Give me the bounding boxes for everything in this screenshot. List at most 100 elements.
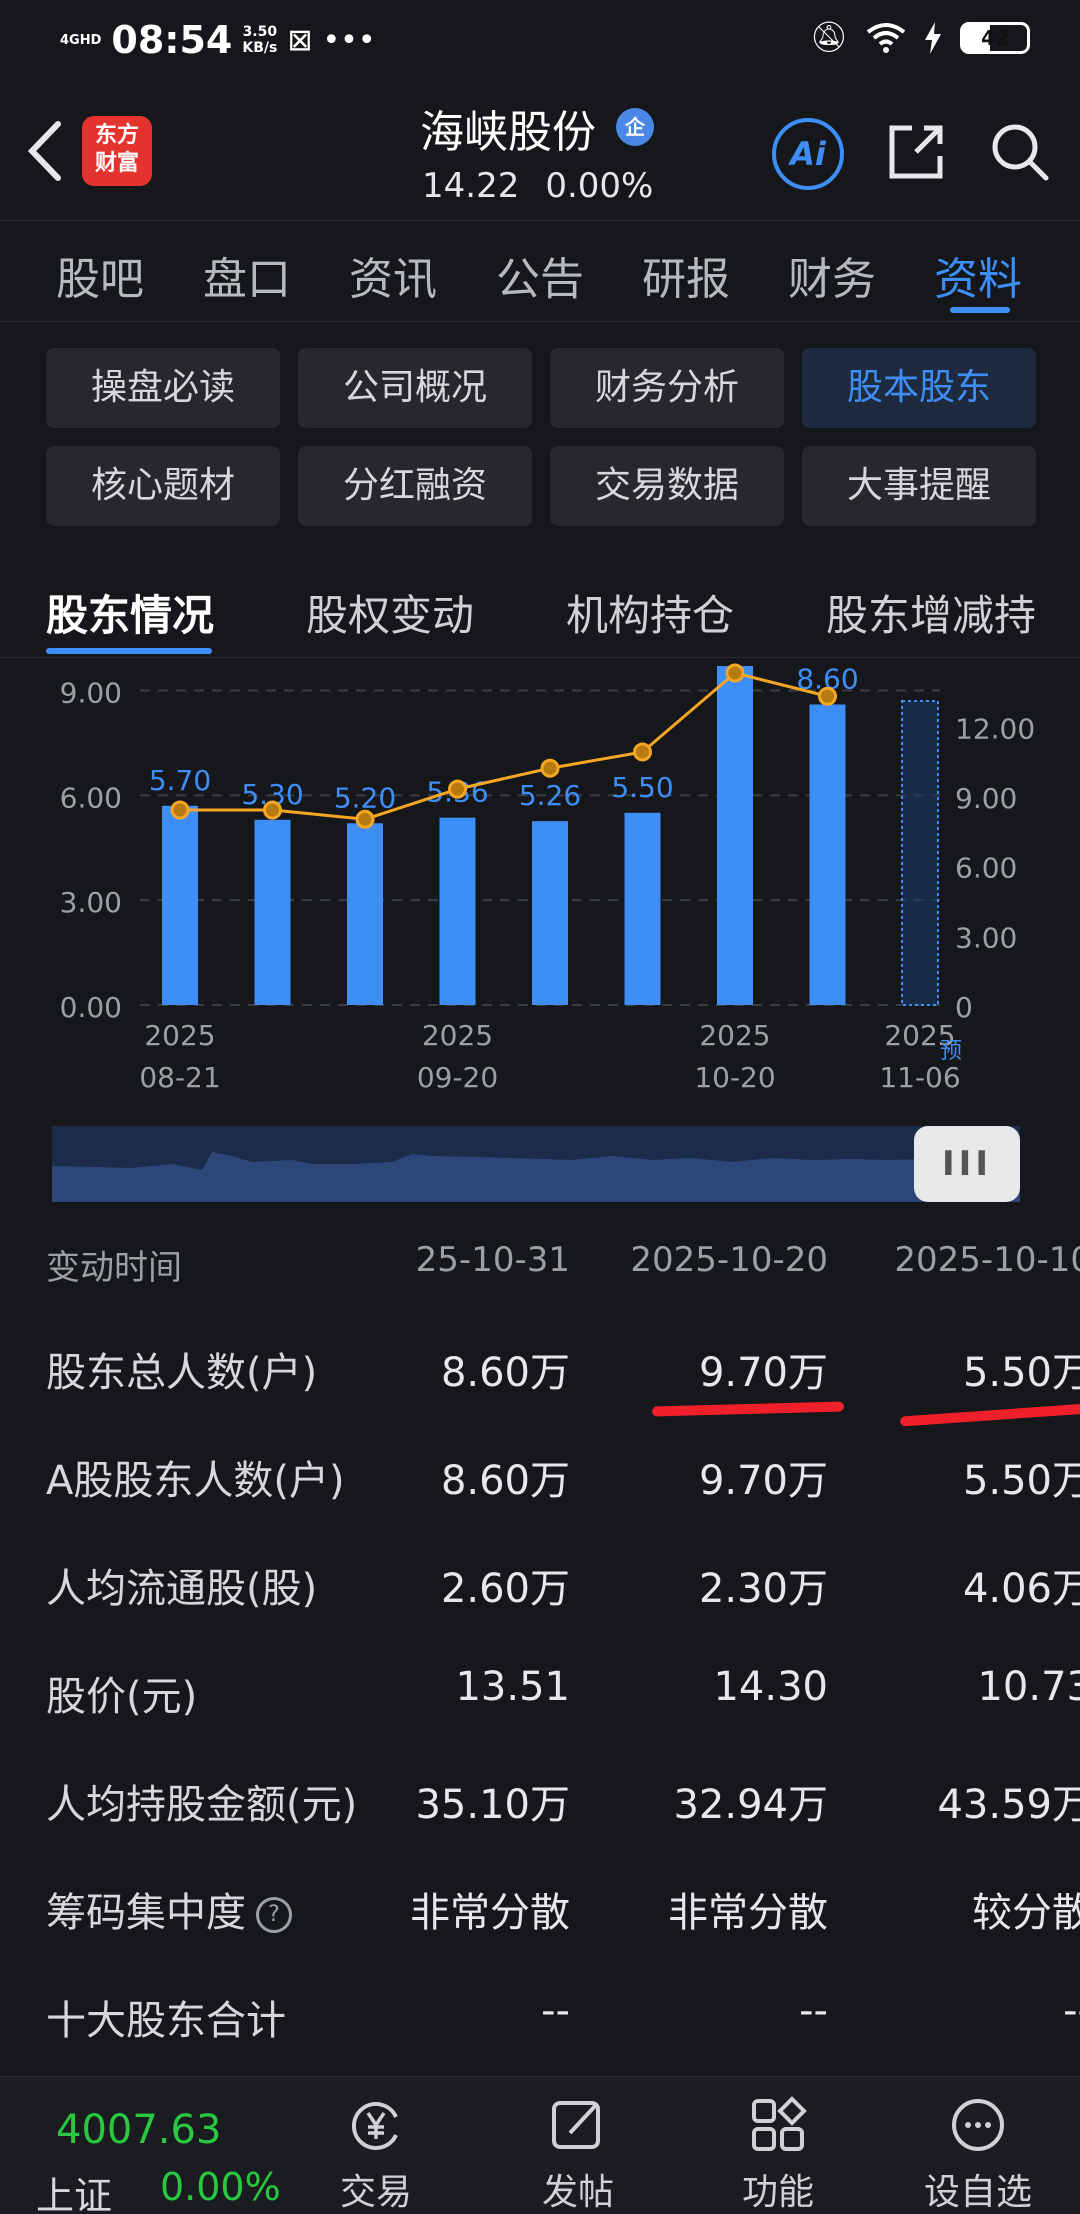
tab-equity-changes[interactable]: 股权变动: [306, 582, 474, 643]
nav-functions[interactable]: 功能: [718, 2095, 838, 2214]
x-tick-date: 11-06: [879, 1061, 960, 1090]
table-cell: 8.60万: [440, 1350, 570, 1396]
screenshot-icon: ⊠: [287, 22, 313, 58]
bar-value-label: 5.70: [149, 764, 211, 797]
table-cell: 14.30: [713, 1664, 828, 1710]
btn-trading-guide[interactable]: 操盘必读: [46, 348, 280, 428]
table-cell: --: [799, 1988, 828, 2034]
x-tick-date: 10-20: [694, 1061, 775, 1090]
nav-post[interactable]: 发帖: [518, 2095, 638, 2214]
btn-trading-data[interactable]: 交易数据: [550, 446, 784, 526]
table-cell: 2.60万: [440, 1566, 570, 1612]
tab-shareholder-changes[interactable]: 股东增减持: [826, 582, 1036, 643]
table-cell: 9.70万: [698, 1458, 828, 1504]
table-row: 股价(元) 13.51 14.30 10.73: [0, 1664, 1080, 1772]
table-cell: --: [541, 1988, 570, 2034]
right-tick-label: 0: [955, 991, 973, 1024]
row-label: 人均流通股(股): [46, 1566, 318, 1612]
forecast-label: 预: [940, 1039, 962, 1064]
ai-button[interactable]: Ai: [772, 118, 844, 190]
btn-shareholders[interactable]: 股本股东: [802, 348, 1036, 428]
line-point: [818, 686, 837, 706]
right-tick-label: 9.00: [955, 782, 1017, 815]
bar: [254, 819, 291, 1005]
yen-cycle-icon: [352, 2102, 398, 2150]
enterprise-badge: 企: [616, 108, 654, 146]
search-icon[interactable]: [988, 120, 1052, 184]
row-label: 筹码集中度?: [46, 1880, 292, 1938]
range-handle[interactable]: III: [914, 1126, 1020, 1202]
tab-pankou[interactable]: 盘口: [203, 243, 291, 307]
tab-finance[interactable]: 财务: [788, 243, 876, 307]
table-cell: 较分散: [972, 1890, 1080, 1936]
btn-dividends[interactable]: 分红融资: [298, 446, 532, 526]
table-cell: 非常分散: [410, 1890, 570, 1936]
stock-change: 0.00%: [545, 166, 654, 206]
table-cell: 35.10万: [415, 1782, 570, 1828]
tab-shareholder-status[interactable]: 股东情况: [46, 582, 214, 643]
table-row: 人均持股金额(元) 35.10万 32.94万 43.59万: [0, 1772, 1080, 1880]
right-tick-label: 6.00: [955, 852, 1017, 885]
btn-financial-analysis[interactable]: 财务分析: [550, 348, 784, 428]
table-cell: 32.94万: [673, 1782, 828, 1828]
table-cell: 43.59万: [937, 1782, 1080, 1828]
table-row: 人均流通股(股) 2.60万 2.30万 4.06万: [0, 1556, 1080, 1664]
more-circle-icon: [952, 2099, 1004, 2151]
col-label-change-date: 变动时间: [46, 1248, 182, 1288]
row-label: 股东总人数(户): [46, 1350, 318, 1396]
right-tick-label: 3.00: [955, 921, 1017, 954]
section-tabs: 股东情况 股权变动 机构持仓 股东增减持: [0, 560, 1080, 658]
row-label: 人均持股金额(元): [46, 1782, 358, 1828]
tab-institutional-holdings[interactable]: 机构持仓: [566, 582, 734, 643]
table-cell: 非常分散: [668, 1890, 828, 1936]
line-point: [633, 742, 652, 762]
x-tick-date: 09-20: [417, 1061, 498, 1090]
shareholder-chart: 9.00 6.00 3.00 0.00 12.00 9.00 6.00 3.00 0 5.70 5.…: [60, 662, 1036, 1090]
edit-icon: [552, 2101, 600, 2149]
nav-watchlist[interactable]: 设自选: [918, 2095, 1038, 2214]
x-tick-date: 08-21: [139, 1061, 220, 1090]
bar: [532, 821, 568, 1005]
table-cell: 5.50万: [962, 1350, 1080, 1396]
tab-news[interactable]: 资讯: [349, 243, 437, 307]
table-cell: 10.73: [977, 1664, 1080, 1710]
grid-icon: [752, 2096, 807, 2151]
back-arrow-icon[interactable]: [22, 116, 70, 186]
table-cell: 8.60万: [440, 1458, 570, 1504]
tab-guba[interactable]: 股吧: [56, 243, 144, 307]
tab-research[interactable]: 研报: [642, 243, 730, 307]
line-point: [263, 800, 282, 820]
bar-value-label: 5.26: [519, 779, 581, 812]
table-cell: 13.51: [455, 1664, 570, 1710]
line-point: [725, 663, 745, 683]
line-point: [540, 758, 560, 778]
net-speed: 3.50 KB/s: [242, 24, 278, 56]
btn-core-themes[interactable]: 核心题材: [46, 446, 280, 526]
range-navigator[interactable]: [52, 1126, 1020, 1202]
table-cell: 4.06万: [962, 1566, 1080, 1612]
bar: [162, 805, 198, 1005]
x-tick-year: 2025: [422, 1019, 493, 1052]
row-label: 十大股东合计: [46, 1998, 286, 2044]
btn-company-overview[interactable]: 公司概况: [298, 348, 532, 428]
index-value[interactable]: 4007.63: [56, 2107, 221, 2153]
btn-events[interactable]: 大事提醒: [802, 446, 1036, 526]
tab-profile[interactable]: 资料: [934, 243, 1022, 307]
x-tick-year: 2025: [144, 1019, 215, 1052]
table-cell: 9.70万: [698, 1350, 828, 1396]
left-tick-label: 0.00: [60, 991, 122, 1024]
status-bar: 4GHD 08:54 3.50 KB/s ⊠ ••• 🔕︎ 42: [0, 0, 1080, 80]
table-row: 筹码集中度? 非常分散 非常分散 较分散: [0, 1880, 1080, 1988]
bar: [347, 823, 383, 1005]
bar: [624, 812, 661, 1005]
index-change: 0.00%: [160, 2165, 281, 2209]
index-name: 上证: [36, 2174, 113, 2214]
tab-announcements[interactable]: 公告: [496, 243, 584, 307]
left-tick-label: 6.00: [60, 781, 122, 814]
table-header-cell: 2025-10-20: [630, 1240, 828, 1280]
top-tabs: 股吧 盘口 资讯 公告 研报 财务 资料: [0, 220, 1080, 322]
share-icon[interactable]: [884, 120, 948, 184]
help-icon[interactable]: ?: [256, 1897, 292, 1933]
x-tick-year: 2025: [699, 1019, 770, 1052]
nav-trade[interactable]: 交易: [316, 2095, 436, 2214]
